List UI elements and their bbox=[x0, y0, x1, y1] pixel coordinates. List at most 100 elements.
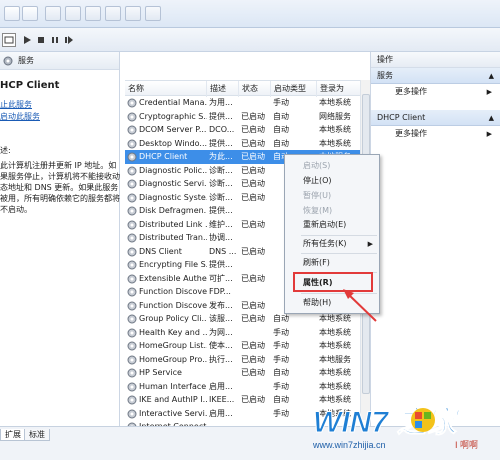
service-gear-icon bbox=[127, 98, 137, 108]
tab-standard[interactable]: 标准 bbox=[24, 429, 50, 441]
service-startup-type: 自动 bbox=[273, 314, 289, 323]
service-name: Desktop Windo... bbox=[139, 138, 207, 148]
action-section-services[interactable]: 服务 ▲ bbox=[371, 68, 500, 84]
service-description-cell: 诊断... bbox=[209, 179, 233, 188]
service-status: 已启动 bbox=[241, 152, 265, 161]
start-service-icon[interactable] bbox=[20, 33, 34, 47]
service-description-cell: IKEE... bbox=[209, 395, 235, 404]
watermark-text: WIN7 之家 bbox=[313, 405, 460, 439]
menu-toolbar bbox=[0, 0, 500, 28]
back-button[interactable] bbox=[4, 6, 20, 21]
export-list-button[interactable] bbox=[105, 6, 121, 21]
menu-item-resume[interactable]: 恢复(M) bbox=[303, 204, 332, 218]
stop-service-icon[interactable] bbox=[34, 33, 48, 47]
more-actions-dhcp[interactable]: 更多操作 ▶ bbox=[371, 126, 500, 142]
menu-item-stop[interactable]: 停止(O) bbox=[303, 174, 332, 188]
service-name: DNS Client bbox=[139, 246, 182, 256]
service-description-cell: 为此... bbox=[209, 152, 233, 161]
service-description-cell: 提供... bbox=[209, 138, 233, 148]
show-action-pane-button[interactable] bbox=[145, 6, 161, 21]
menu-item-refresh[interactable]: 刷新(F) bbox=[303, 256, 330, 270]
service-name: HomeGroup Pro... bbox=[139, 354, 207, 364]
service-description-cell: 提供... bbox=[209, 206, 233, 215]
service-description-cell: 使本... bbox=[209, 341, 233, 350]
table-row[interactable]: Desktop Windo... 提供... 已启动 自动 本地系统 bbox=[125, 137, 370, 151]
service-status: 已启动 bbox=[241, 125, 265, 134]
service-description-cell: 为网... bbox=[209, 327, 233, 337]
show-hide-tree-button[interactable] bbox=[45, 6, 61, 21]
action-pane-title: 操作 bbox=[371, 52, 500, 68]
service-startup-type: 自动 bbox=[273, 138, 289, 148]
submenu-arrow-icon: ▶ bbox=[486, 130, 492, 138]
watermark-tagline: I 啊啊 bbox=[455, 440, 478, 450]
more-actions-services[interactable]: 更多操作 ▶ bbox=[371, 84, 500, 100]
service-description: 此计算机注册并更新 IP 地址。如果服务停止，计算机将不能接收动态地址和 DNS… bbox=[0, 161, 120, 214]
console-icon[interactable] bbox=[2, 33, 16, 47]
table-row[interactable]: Health Key and ... 为网... 手动 本地系统 bbox=[125, 326, 370, 340]
pause-service-icon[interactable] bbox=[48, 33, 62, 47]
table-row[interactable]: Cryptographic S... 提供... 已启动 自动 网络服务 bbox=[125, 110, 370, 124]
table-row[interactable]: HomeGroup Pro... 执行... 已启动 手动 本地服务 bbox=[125, 353, 370, 367]
column-startup-type[interactable]: 启动类型 bbox=[271, 81, 317, 97]
column-status[interactable]: 状态 bbox=[239, 81, 271, 97]
action-section-services-label: 服务 bbox=[377, 71, 393, 80]
service-startup-type: 自动 bbox=[273, 368, 289, 377]
service-startup-type: 手动 bbox=[273, 354, 289, 364]
properties-button[interactable] bbox=[65, 6, 81, 21]
description-label: 述: bbox=[0, 146, 11, 155]
action-pane: 操作 服务 ▲ 更多操作 ▶ DHCP Client ▲ 更多操作 ▶ bbox=[370, 52, 500, 426]
menu-item-restart[interactable]: 重新启动(E) bbox=[303, 218, 346, 232]
column-description[interactable]: 描述 bbox=[207, 81, 239, 97]
refresh-button[interactable] bbox=[85, 6, 101, 21]
service-gear-icon bbox=[127, 233, 137, 243]
service-status: 已启动 bbox=[241, 138, 265, 148]
menu-item-pause[interactable]: 暂停(U) bbox=[303, 189, 331, 203]
service-control-toolbar bbox=[0, 28, 500, 52]
service-name: Health Key and ... bbox=[139, 327, 207, 337]
service-name: Function Discove... bbox=[139, 300, 207, 310]
service-status: 已启动 bbox=[241, 219, 265, 229]
service-description-cell: 提供... bbox=[209, 260, 233, 269]
table-row[interactable]: HomeGroup List... 使本... 已启动 手动 本地系统 bbox=[125, 339, 370, 353]
table-row[interactable]: Group Policy Cli... 该服... 已启动 自动 本地系统 bbox=[125, 312, 370, 326]
service-status bbox=[241, 326, 271, 340]
service-name: IKE and AuthIP I... bbox=[139, 395, 207, 404]
service-status: 已启动 bbox=[241, 192, 265, 202]
service-gear-icon bbox=[127, 409, 137, 419]
service-status: 已启动 bbox=[241, 314, 265, 323]
menu-item-all-tasks[interactable]: 所有任务(K) bbox=[303, 237, 347, 251]
service-startup-type: 自动 bbox=[273, 111, 289, 121]
restart-service-link[interactable]: 启动此服务 bbox=[0, 111, 119, 123]
service-status bbox=[241, 380, 271, 394]
menu-item-start[interactable]: 启动(S) bbox=[303, 159, 330, 173]
service-name: DCOM Server P... bbox=[139, 125, 207, 134]
service-name: Cryptographic S... bbox=[139, 111, 207, 121]
stop-service-link[interactable]: 止此服务 bbox=[0, 99, 119, 111]
table-row[interactable]: DCOM Server P... DCO... 已启动 自动 本地系统 bbox=[125, 123, 370, 137]
column-name[interactable]: 名称 bbox=[125, 81, 207, 97]
service-description-cell: 发布... bbox=[209, 300, 233, 310]
service-status bbox=[241, 407, 271, 421]
help-button[interactable] bbox=[125, 6, 141, 21]
action-section-dhcp[interactable]: DHCP Client ▲ bbox=[371, 110, 500, 126]
restart-service-icon[interactable] bbox=[62, 33, 76, 47]
service-status: 已启动 bbox=[241, 354, 265, 364]
service-gear-icon bbox=[127, 395, 137, 405]
service-gear-icon bbox=[127, 125, 137, 135]
service-gear-icon bbox=[127, 166, 137, 176]
service-description-cell: 启用... bbox=[209, 381, 233, 391]
service-name: Distributed Tran... bbox=[139, 233, 207, 242]
service-gear-icon bbox=[127, 206, 137, 216]
service-description-cell: 执行... bbox=[209, 354, 233, 364]
service-gear-icon bbox=[127, 382, 137, 392]
service-gear-icon bbox=[127, 341, 137, 351]
service-name: Group Policy Cli... bbox=[139, 314, 207, 323]
table-row[interactable]: HP Service 已启动 自动 本地系统 bbox=[125, 366, 370, 380]
service-name: Credential Mana... bbox=[139, 98, 207, 107]
table-row[interactable]: Credential Mana... 为用... 手动 本地系统 bbox=[125, 96, 370, 110]
menu-item-help[interactable]: 帮助(H) bbox=[303, 296, 331, 310]
tab-extended[interactable]: 扩展 bbox=[0, 429, 26, 441]
service-gear-icon bbox=[127, 152, 137, 162]
forward-button[interactable] bbox=[22, 6, 38, 21]
service-gear-icon bbox=[127, 368, 137, 378]
